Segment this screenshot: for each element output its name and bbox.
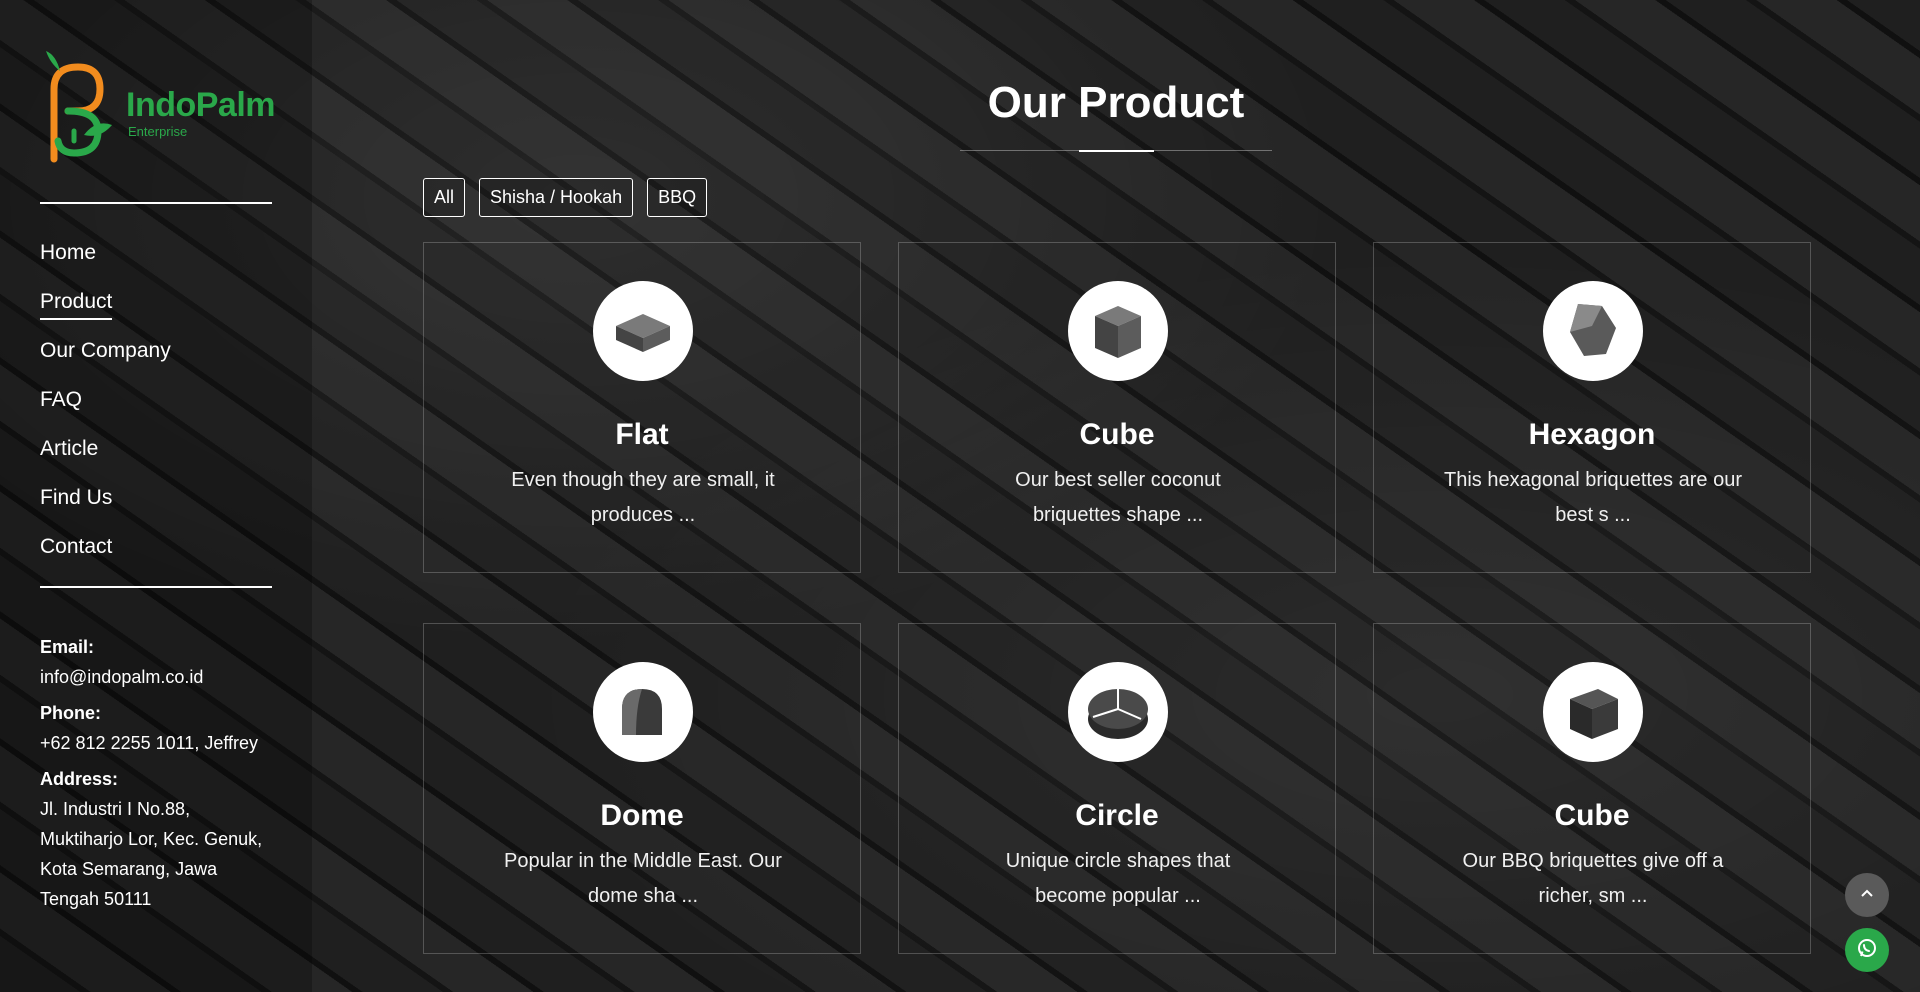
product-description: Our BBQ briquettes give off a richer, sm… bbox=[1462, 850, 1724, 907]
contact-info: Email: info@indopalm.co.id Phone: +62 81… bbox=[40, 632, 272, 914]
bbq-cube-briquette-icon bbox=[1543, 662, 1643, 762]
filter-bbq-button[interactable]: BBQ bbox=[647, 178, 708, 217]
product-name: Circle bbox=[1075, 799, 1159, 832]
product-name: Cube bbox=[1554, 799, 1630, 832]
address-line-3: Kota Semarang, Jawa bbox=[40, 859, 218, 879]
address-line-1: Jl. Industri I No.88, bbox=[40, 799, 191, 819]
nav-item-contact[interactable]: Contact bbox=[40, 534, 272, 583]
filter-shisha-hookah-button[interactable]: Shisha / Hookah bbox=[479, 178, 634, 217]
product-description: Unique circle shapes that become popular… bbox=[1005, 850, 1231, 907]
nav-item-home[interactable]: Home bbox=[40, 240, 272, 289]
address-label: Address: bbox=[40, 769, 119, 789]
flat-briquette-icon bbox=[593, 281, 693, 381]
email-value[interactable]: info@indopalm.co.id bbox=[40, 662, 272, 692]
sidebar: IndoPalm Enterprise Home Product Our Com… bbox=[0, 0, 312, 992]
logo-name: IndoPalm bbox=[126, 85, 276, 124]
nav-item-product[interactable]: Product bbox=[40, 289, 272, 338]
product-card-flat[interactable]: Flat Even though they are small, it prod… bbox=[423, 242, 861, 573]
nav-item-faq[interactable]: FAQ bbox=[40, 387, 272, 436]
logo-subtitle: Enterprise bbox=[128, 123, 188, 139]
phone-value[interactable]: +62 812 2255 1011, Jeffrey bbox=[40, 728, 272, 758]
nav-item-find-us[interactable]: Find Us bbox=[40, 485, 272, 534]
circle-briquette-icon bbox=[1068, 662, 1168, 762]
email-label: Email: bbox=[40, 637, 95, 657]
filter-all-button[interactable]: All bbox=[423, 178, 466, 217]
address-line-4: Tengah 50111 bbox=[40, 889, 152, 909]
chevron-up-icon bbox=[1859, 885, 1875, 905]
product-description: Popular in the Middle East. Our dome sha… bbox=[504, 850, 782, 907]
product-card-hexagon[interactable]: Hexagon This hexagonal briquettes are ou… bbox=[1373, 242, 1811, 573]
product-description: This hexagonal briquettes are our best s… bbox=[1444, 469, 1742, 526]
logo[interactable]: IndoPalm Enterprise bbox=[40, 48, 276, 168]
logo-mark-icon bbox=[40, 49, 122, 167]
product-name: Hexagon bbox=[1528, 418, 1656, 451]
product-filters: All Shisha / Hookah BBQ bbox=[423, 178, 708, 217]
product-name: Cube bbox=[1079, 418, 1155, 451]
main-content: Our Product All Shisha / Hookah BBQ Flat… bbox=[312, 0, 1920, 992]
nav-item-our-company[interactable]: Our Company bbox=[40, 338, 272, 387]
cube-briquette-icon bbox=[1068, 281, 1168, 381]
product-card-bbq-cube[interactable]: Cube Our BBQ briquettes give off a riche… bbox=[1373, 623, 1811, 954]
whatsapp-button[interactable] bbox=[1845, 928, 1889, 972]
sidebar-divider-bottom bbox=[40, 586, 272, 588]
product-name: Flat bbox=[615, 418, 669, 451]
sidebar-divider-top bbox=[40, 202, 272, 204]
whatsapp-icon bbox=[1856, 937, 1878, 963]
title-underline-accent bbox=[1079, 150, 1154, 152]
address-line-2: Muktiharjo Lor, Kec. Genuk, bbox=[40, 829, 263, 849]
hexagon-briquette-icon bbox=[1543, 281, 1643, 381]
product-card-cube[interactable]: Cube Our best seller coconut briquettes … bbox=[898, 242, 1336, 573]
product-description: Our best seller coconut briquettes shape… bbox=[1015, 469, 1221, 526]
product-description: Even though they are small, it produces … bbox=[511, 469, 775, 526]
product-card-circle[interactable]: Circle Unique circle shapes that become … bbox=[898, 623, 1336, 954]
product-name: Dome bbox=[600, 799, 684, 832]
dome-briquette-icon bbox=[593, 662, 693, 762]
product-card-dome[interactable]: Dome Popular in the Middle East. Our dom… bbox=[423, 623, 861, 954]
main-nav: Home Product Our Company FAQ Article Fin… bbox=[40, 240, 272, 583]
scroll-to-top-button[interactable] bbox=[1845, 873, 1889, 917]
page-title: Our Product bbox=[987, 78, 1245, 127]
phone-label: Phone: bbox=[40, 703, 101, 723]
nav-item-article[interactable]: Article bbox=[40, 436, 272, 485]
